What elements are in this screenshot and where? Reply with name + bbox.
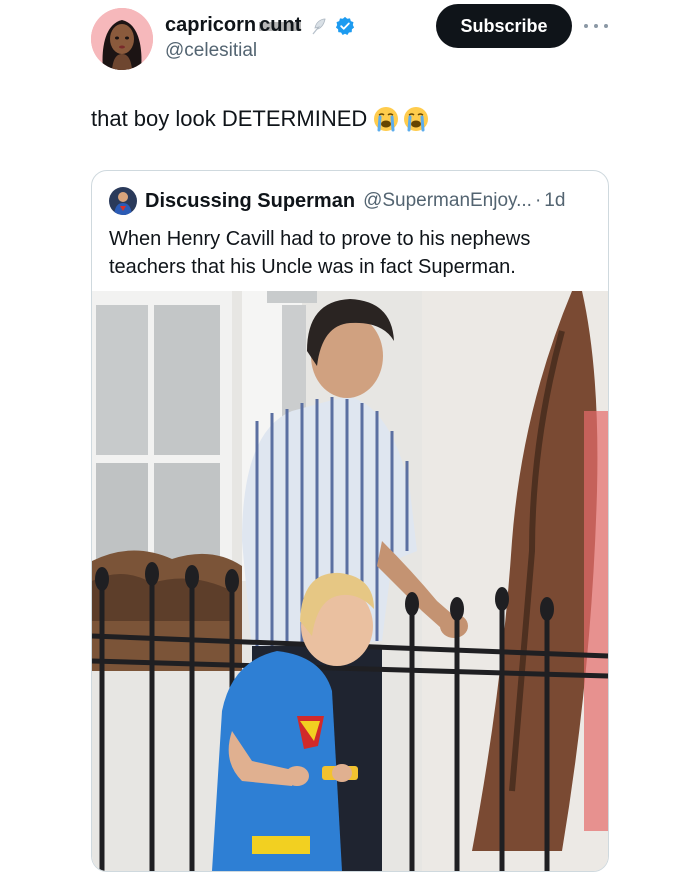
more-dot (604, 24, 608, 28)
quote-header: Discussing Superman @SupermanEnjoy... · … (109, 187, 565, 215)
display-name-text: capricorn (165, 14, 257, 36)
quote-author-handle[interactable]: @SupermanEnjoy... (363, 190, 532, 212)
tweet-text-content: that boy look DETERMINED (91, 106, 368, 131)
avatar-image (91, 8, 153, 70)
subscribe-button[interactable]: Subscribe (436, 4, 572, 48)
quote-author-name[interactable]: Discussing Superman (145, 190, 355, 213)
author-avatar[interactable] (91, 8, 153, 70)
more-dot (584, 24, 588, 28)
more-dot (594, 24, 598, 28)
loudly-crying-face-icon (374, 107, 399, 132)
tweet-text: that boy look DETERMINED (91, 106, 429, 132)
author-handle[interactable]: @celesitial (165, 40, 257, 62)
author-display-name[interactable]: capricorn cunt (165, 14, 355, 37)
display-name-redacted: cunt (259, 14, 302, 37)
quote-avatar-image (109, 187, 137, 215)
more-icon[interactable] (584, 16, 608, 36)
quote-timestamp[interactable]: 1d (544, 190, 565, 212)
quote-tweet-card[interactable]: Discussing Superman @SupermanEnjoy... · … (91, 170, 609, 872)
quote-avatar[interactable] (109, 187, 137, 215)
quote-separator: · (534, 190, 542, 211)
loudly-crying-face-icon (404, 107, 429, 132)
verified-badge-icon (336, 16, 355, 35)
quote-photo[interactable] (92, 291, 608, 871)
feather-icon (312, 18, 326, 34)
quote-text: When Henry Cavill had to prove to his ne… (109, 228, 531, 278)
